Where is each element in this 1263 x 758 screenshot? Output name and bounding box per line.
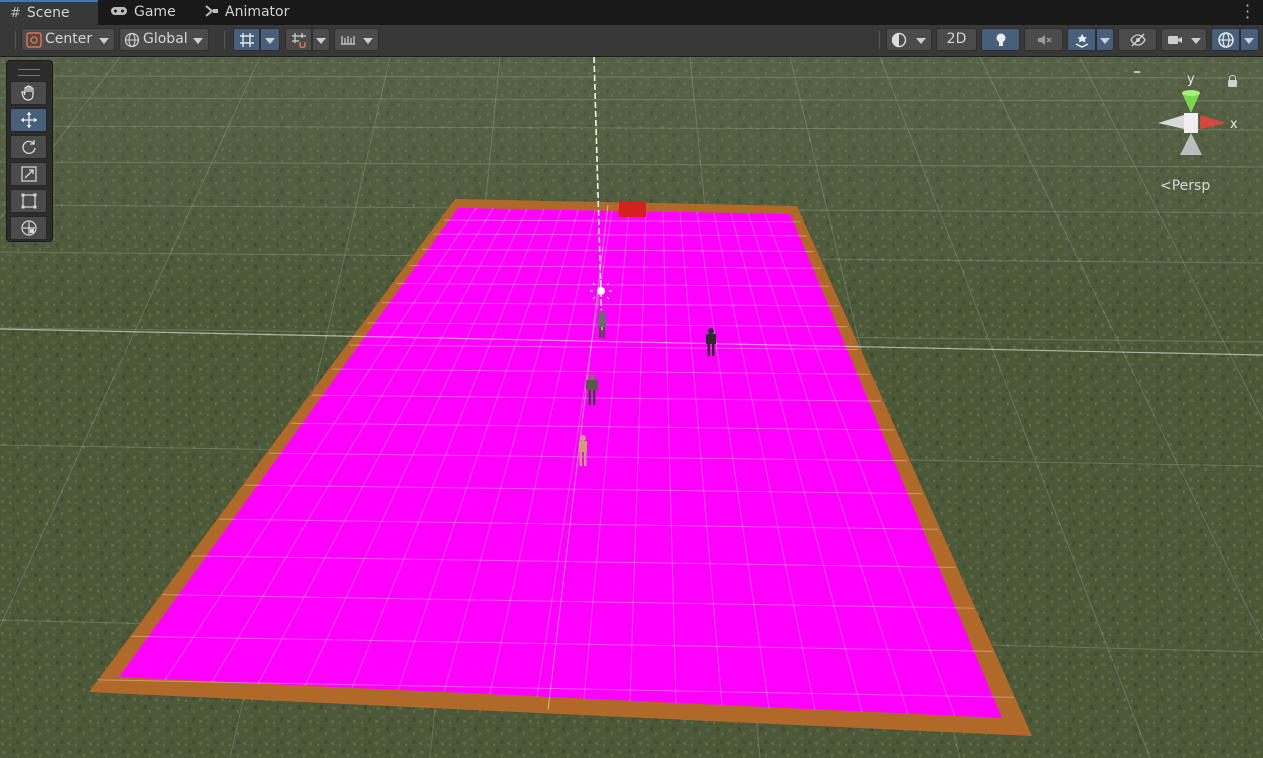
transform-tool-button[interactable]	[10, 216, 47, 240]
rect-tool-button[interactable]	[10, 189, 47, 213]
draw-mode-dropdown[interactable]	[886, 28, 932, 51]
scale-tool-button[interactable]	[10, 162, 47, 186]
gizmo-neg-y-cone[interactable]	[1180, 133, 1202, 155]
gizmo-y-cap	[1182, 90, 1200, 96]
hand-icon	[20, 85, 34, 101]
chevron-down-icon	[1191, 38, 1201, 44]
chevron-down-icon	[99, 38, 109, 44]
space-mode-label: Global	[143, 31, 188, 47]
chevron-down-icon	[1244, 38, 1254, 44]
projection-toggle[interactable]: <Persp	[1160, 178, 1210, 194]
lighting-toggle[interactable]	[981, 28, 1020, 51]
ruler-icon	[341, 36, 355, 45]
divider	[15, 31, 16, 49]
tab-bar: # Scene Game Animator · · ·	[0, 0, 1263, 26]
animator-icon	[205, 1, 219, 25]
divider	[224, 31, 225, 49]
tab-scene[interactable]: # Scene	[0, 0, 98, 25]
projection-label: Persp	[1171, 178, 1211, 194]
gizmo-x-cone[interactable]	[1200, 115, 1226, 129]
tools-overlay	[6, 60, 53, 242]
globe-icon	[124, 32, 140, 48]
tab-game[interactable]: Game	[100, 0, 195, 25]
increment-snap-dropdown[interactable]	[312, 28, 330, 51]
chevron-down-icon	[316, 38, 326, 44]
space-mode-dropdown[interactable]: Global	[119, 28, 209, 51]
chevron-down-icon	[1100, 38, 1110, 44]
gizmos-toggle[interactable]	[1211, 28, 1240, 51]
tab-animator-label: Animator	[225, 4, 290, 20]
chevron-down-icon	[916, 38, 926, 44]
divider	[879, 31, 880, 49]
effects-dropdown[interactable]	[1096, 28, 1114, 51]
gizmo-y-label: y	[1187, 72, 1195, 87]
rotate-tool-button[interactable]	[10, 135, 47, 159]
scene-viewport[interactable]: y x <Persp	[0, 57, 1263, 758]
gizmo-globe-icon	[1218, 32, 1234, 48]
speaker-muted-icon	[1038, 35, 1052, 45]
scene-toolbar: Center Global 2D	[0, 25, 1263, 57]
camera-settings-dropdown[interactable]	[1161, 28, 1207, 51]
hand-tool-button[interactable]	[10, 81, 47, 105]
grid-options-dropdown[interactable]	[260, 28, 280, 51]
chevron-down-icon	[363, 38, 373, 44]
ruler-dropdown[interactable]	[334, 28, 379, 51]
transform-icon	[20, 220, 37, 236]
rect-transform-icon	[21, 193, 36, 209]
audio-toggle[interactable]	[1024, 28, 1063, 51]
chevron-down-icon	[193, 38, 203, 44]
video-camera-icon	[1168, 36, 1182, 44]
rotate-icon	[21, 140, 36, 154]
chevron-left-icon: <	[1160, 178, 1172, 194]
grid-snap-icon	[240, 33, 254, 47]
tab-game-label: Game	[134, 4, 176, 20]
gizmos-dropdown[interactable]	[1240, 28, 1259, 51]
gamepad-icon	[110, 1, 128, 25]
lightbulb-icon	[996, 33, 1006, 46]
tab-scene-label: Scene	[26, 5, 70, 21]
magnet-grid-icon	[292, 33, 306, 48]
scene-visibility-toggle[interactable]	[1118, 28, 1157, 51]
lock-icon[interactable]	[1228, 75, 1237, 87]
eye-slash-icon	[1130, 33, 1146, 47]
scale-icon	[20, 166, 37, 182]
more-options-icon[interactable]: · · ·	[1245, 0, 1250, 26]
layers-stars-icon	[1075, 34, 1089, 48]
scene-canvas[interactable]	[0, 57, 1263, 758]
toggle-2d-label: 2D	[946, 31, 967, 47]
tab-animator[interactable]: Animator	[195, 0, 305, 25]
chevron-down-icon	[265, 38, 275, 44]
grid-snap-toggle[interactable]	[233, 28, 260, 51]
drag-handle-icon[interactable]	[18, 69, 40, 76]
toggle-2d-button[interactable]: 2D	[936, 28, 977, 51]
shading-sphere-icon	[891, 32, 907, 48]
gizmo-x-label: x	[1230, 117, 1238, 132]
gizmo-neg-x-cone[interactable]	[1158, 115, 1184, 129]
effects-toggle[interactable]	[1067, 28, 1096, 51]
pivot-mode-label: Center	[45, 31, 93, 47]
pivot-icon	[26, 32, 42, 48]
pivot-mode-dropdown[interactable]: Center	[21, 28, 115, 51]
grid-hash-icon: #	[10, 6, 21, 21]
move-tool-button[interactable]	[10, 108, 47, 132]
move-arrows-icon	[20, 112, 37, 128]
goal-flag[interactable]	[619, 201, 646, 217]
gizmo-center-cube[interactable]	[1184, 113, 1198, 133]
increment-snap-toggle[interactable]	[285, 28, 312, 51]
